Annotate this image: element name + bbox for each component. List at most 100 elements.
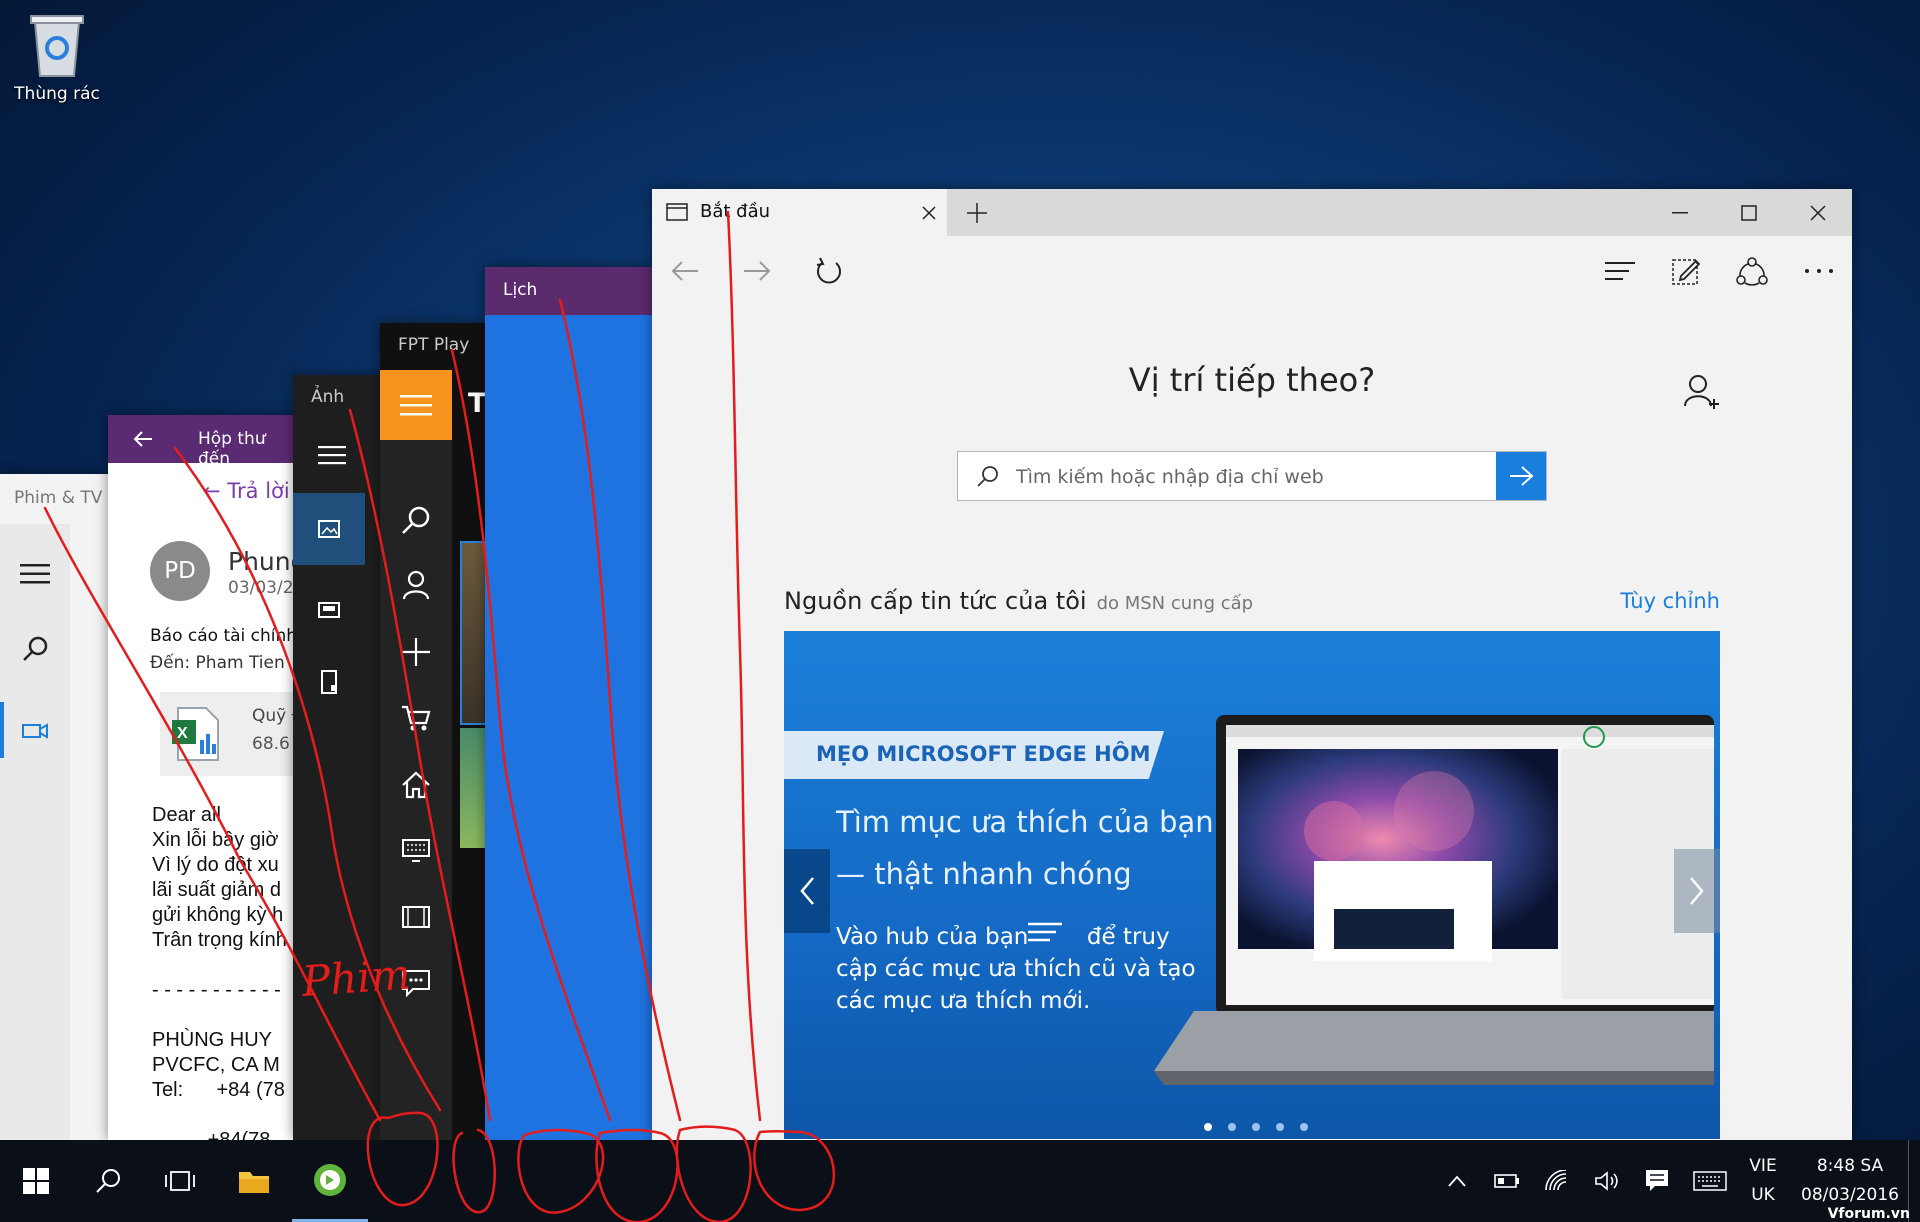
carousel-dot[interactable]: [1276, 1123, 1284, 1131]
recycle-bin-icon[interactable]: Thùng rác: [14, 8, 100, 104]
start-button[interactable]: [0, 1140, 72, 1222]
calendar-window[interactable]: Lịch: [485, 267, 655, 1140]
carousel-dot[interactable]: [1204, 1123, 1212, 1131]
edge-window[interactable]: Bắt đầu Vị trí tiếp theo? Tìm kiếm hoặc …: [652, 189, 1852, 1140]
film-icon[interactable]: [391, 892, 441, 942]
user-icon[interactable]: [391, 560, 441, 610]
selected-nav-item[interactable]: [293, 493, 365, 565]
taskbar-slot[interactable]: [514, 1140, 586, 1222]
carousel-prev-button[interactable]: [784, 849, 830, 933]
keyboard-icon: [1693, 1171, 1727, 1191]
carousel-dot[interactable]: [1252, 1123, 1260, 1131]
maximize-icon[interactable]: [1715, 189, 1783, 236]
add-account-icon[interactable]: [1677, 367, 1727, 417]
search-go-button[interactable]: [1496, 452, 1546, 500]
tab-start[interactable]: Bắt đầu: [652, 189, 947, 236]
search-button[interactable]: [72, 1140, 144, 1222]
mail-recipient: Đến: Pham Tien: [150, 653, 285, 673]
fpt-play-window[interactable]: FPT Play T: [380, 323, 490, 1140]
svg-text:X: X: [177, 725, 188, 742]
language-indicator[interactable]: VIE UK: [1738, 1140, 1788, 1222]
menu-button[interactable]: [380, 370, 452, 440]
excel-file-icon: X: [172, 707, 219, 761]
hub-icon[interactable]: [1595, 246, 1645, 296]
feed-title-text: Nguồn cấp tin tức của tôi: [784, 587, 1087, 615]
taskbar-slot[interactable]: [442, 1140, 514, 1222]
taskbar-slot[interactable]: [370, 1140, 442, 1222]
network-button[interactable]: [1532, 1140, 1582, 1222]
share-icon[interactable]: [1727, 246, 1777, 296]
carousel-dot[interactable]: [1300, 1123, 1308, 1131]
notification-icon: [1646, 1170, 1668, 1191]
battery-icon: [1494, 1174, 1519, 1188]
taskbar-slot[interactable]: [586, 1140, 658, 1222]
file-explorer-button[interactable]: [216, 1140, 292, 1222]
hamburger-menu-icon[interactable]: [307, 430, 357, 480]
mail-window[interactable]: Hộp thư đến ← Trả lời PD Phung 03/03/2 B…: [108, 415, 298, 1140]
video-icon[interactable]: [10, 706, 60, 756]
browser-icon: [314, 1163, 346, 1196]
new-tab-icon[interactable]: [952, 189, 1002, 236]
forward-arrow-icon[interactable]: [732, 246, 782, 296]
refresh-icon[interactable]: [804, 246, 854, 296]
laptop-illustration: [1154, 715, 1714, 1085]
customize-link[interactable]: Tùy chỉnh: [1620, 589, 1720, 613]
folder-icon: [239, 1172, 269, 1193]
volume-button[interactable]: [1582, 1140, 1632, 1222]
films-tv-window[interactable]: Phim & TV: [0, 474, 108, 1140]
coccoc-browser-button[interactable]: [292, 1140, 368, 1222]
close-window-icon[interactable]: [1784, 189, 1852, 236]
task-view-button[interactable]: [144, 1140, 216, 1222]
window-title: Phim & TV: [14, 488, 103, 508]
hamburger-menu-icon[interactable]: [10, 549, 60, 599]
news-carousel[interactable]: MẸO MICROSOFT EDGE HÔM NAY Tìm mục ưa th…: [784, 631, 1720, 1139]
search-icon: [96, 1169, 120, 1193]
back-arrow-icon[interactable]: [660, 246, 710, 296]
action-center-button[interactable]: [1632, 1140, 1682, 1222]
photos-window[interactable]: Ảnh: [293, 375, 383, 1140]
clock-time: 8:48 SA: [1816, 1156, 1884, 1176]
search-icon[interactable]: [10, 624, 60, 674]
web-note-icon[interactable]: [1661, 246, 1711, 296]
search-box[interactable]: [957, 451, 1547, 501]
carousel-dots[interactable]: [1204, 1123, 1308, 1131]
tab-bar: Bắt đầu: [652, 189, 1852, 236]
language-code: VIE: [1749, 1156, 1777, 1176]
search-input[interactable]: [1014, 462, 1468, 492]
close-tab-icon[interactable]: [912, 189, 946, 236]
taskbar: VIE UK 8:48 SA 08/03/2016: [0, 1140, 1920, 1222]
inbox-title: Hộp thư đến: [198, 429, 266, 469]
album-icon[interactable]: [304, 585, 354, 635]
recycle-bin-label: Thùng rác: [14, 84, 100, 104]
folder-icon[interactable]: [304, 657, 354, 707]
attachment[interactable]: X Quỹ Đ 68.6 K: [160, 692, 298, 776]
taskbar-slot[interactable]: [730, 1140, 802, 1222]
minimize-icon[interactable]: [1646, 189, 1714, 236]
page-icon: [666, 203, 688, 221]
carousel-next-button[interactable]: [1674, 849, 1720, 933]
battery-button[interactable]: [1482, 1140, 1532, 1222]
chevron-right-icon: [1690, 877, 1704, 905]
touch-keyboard-button[interactable]: [1682, 1140, 1738, 1222]
back-arrow-icon[interactable]: [118, 415, 168, 463]
news-feed-title: Nguồn cấp tin tức của tôi do MSN cung cấp: [784, 587, 1253, 615]
mail-body: Dear all Xin lỗi bây giờ Vì lý do đột xu…: [152, 804, 287, 1140]
show-hidden-icons-button[interactable]: [1432, 1140, 1482, 1222]
window-title: FPT Play: [398, 335, 470, 355]
reply-button[interactable]: ← Trả lời: [203, 479, 290, 503]
chat-icon[interactable]: [391, 958, 441, 1008]
wifi-icon: [1545, 1170, 1567, 1191]
search-icon: [977, 466, 998, 487]
home-icon[interactable]: [391, 760, 441, 810]
arrow-right-icon: [1510, 466, 1534, 486]
tv-icon[interactable]: [391, 826, 441, 876]
taskbar-slot[interactable]: [658, 1140, 730, 1222]
add-icon[interactable]: [391, 627, 441, 677]
search-icon[interactable]: [391, 495, 441, 545]
hamburger-menu-icon: [400, 395, 432, 416]
mail-header: Hộp thư đến: [108, 415, 298, 469]
carousel-dot[interactable]: [1228, 1123, 1236, 1131]
cart-icon[interactable]: [391, 693, 441, 743]
more-options-icon[interactable]: [1794, 246, 1844, 296]
window-title: Lịch: [503, 280, 538, 300]
